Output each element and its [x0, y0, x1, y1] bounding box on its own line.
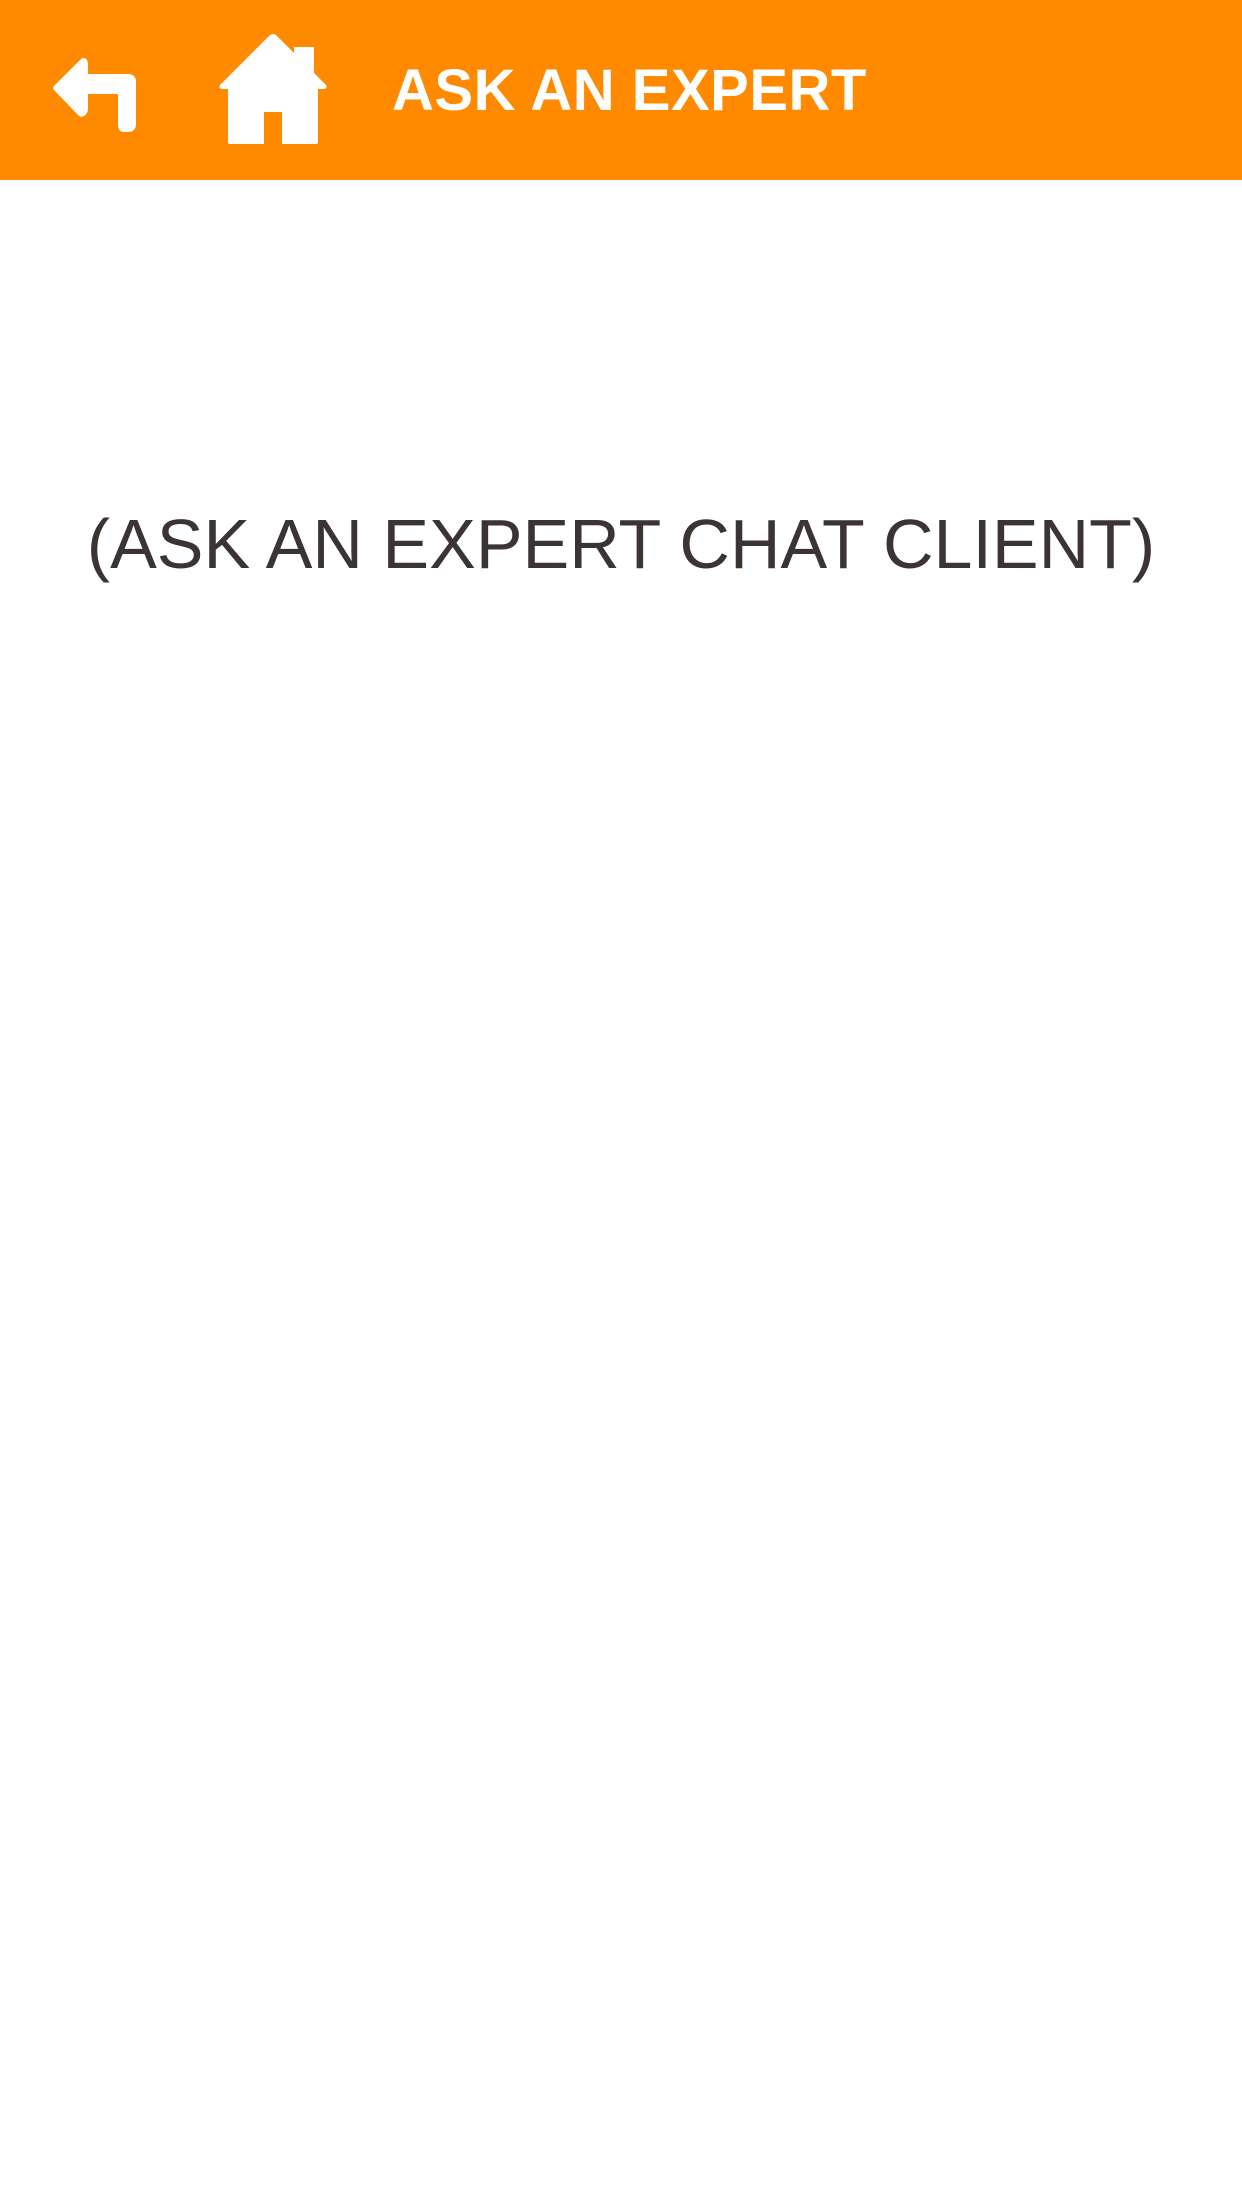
home-button[interactable] — [216, 30, 330, 148]
chat-client-placeholder: (ASK AN EXPERT CHAT CLIENT) — [86, 505, 1156, 583]
home-icon — [219, 34, 327, 144]
header-bar: ASK AN EXPERT — [0, 0, 1242, 180]
back-button[interactable] — [50, 42, 146, 138]
chat-client-area[interactable]: (ASK AN EXPERT CHAT CLIENT) — [0, 180, 1242, 2208]
back-arrow-icon — [53, 58, 136, 132]
page-title: ASK AN EXPERT — [392, 58, 867, 123]
app-screen: ASK AN EXPERT (ASK AN EXPERT CHAT CLIENT… — [0, 0, 1242, 2208]
